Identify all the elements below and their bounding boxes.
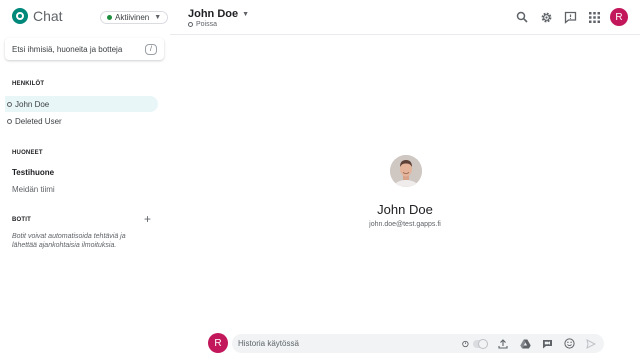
gear-icon[interactable]: [538, 9, 554, 25]
conversation-subtitle: Poissa: [196, 21, 218, 28]
away-status-icon: [188, 22, 193, 27]
rooms-heading: HUONEET: [12, 150, 43, 156]
bots-heading: BOTIT: [12, 217, 31, 223]
sidebar-item-john-doe[interactable]: John Doe: [5, 96, 158, 112]
header-actions: R: [506, 8, 628, 26]
search-box[interactable]: Etsi ihmisiä, huoneita ja botteja /: [5, 38, 164, 60]
header-divider: [170, 34, 640, 35]
status-label: Aktiivinen: [115, 13, 150, 22]
history-toggle[interactable]: [462, 337, 489, 351]
upload-icon[interactable]: [496, 337, 510, 351]
away-status-icon: [7, 101, 12, 107]
apps-grid-icon[interactable]: [586, 9, 602, 25]
sidebar-item-deleted-user[interactable]: Deleted User: [5, 113, 158, 129]
search-placeholder: Etsi ihmisiä, huoneita ja botteja: [12, 44, 123, 54]
chat-logo[interactable]: Chat: [12, 8, 63, 24]
feedback-icon[interactable]: [562, 9, 578, 25]
chat-logo-icon: [12, 8, 28, 24]
meet-icon[interactable]: [540, 337, 554, 351]
profile-avatar: [390, 155, 422, 187]
profile-name: John Doe: [377, 202, 433, 217]
toggle-switch[interactable]: [472, 338, 489, 349]
message-input[interactable]: Historia käytössä: [238, 339, 454, 348]
account-avatar[interactable]: R: [610, 8, 628, 26]
away-status-icon: [7, 118, 12, 124]
conversation-title: John Doe: [188, 8, 239, 20]
sidebar-item-meidan-tiimi[interactable]: Meidän tiimi: [12, 185, 55, 194]
conversation-header[interactable]: John Doe ▼ Poissa: [188, 8, 249, 28]
emoji-icon[interactable]: [562, 337, 576, 351]
sidebar-item-label: Deleted User: [15, 116, 62, 126]
online-status-icon: [107, 15, 112, 20]
profile-email: john.doe@test.gapps.fi: [369, 221, 441, 228]
add-bot-icon[interactable]: +: [144, 213, 151, 225]
timer-icon: [462, 340, 469, 347]
search-shortcut-key: /: [145, 43, 157, 55]
send-icon[interactable]: [584, 337, 598, 351]
app-name: Chat: [33, 8, 63, 24]
people-heading: HENKILÖT: [12, 81, 45, 87]
drive-icon[interactable]: [518, 337, 532, 351]
chevron-down-icon: ▼: [242, 10, 250, 18]
search-icon[interactable]: [514, 9, 530, 25]
sidebar-item-testihuone[interactable]: Testihuone: [12, 168, 54, 177]
sidebar-item-label: John Doe: [15, 99, 50, 109]
chevron-down-icon: ▼: [154, 14, 162, 21]
chat-app: Chat Aktiivinen ▼ John Doe ▼ Poissa R Et…: [0, 0, 640, 358]
status-dropdown[interactable]: Aktiivinen ▼: [100, 11, 169, 24]
bots-info-text: Botit voivat automatisoida tehtäviä ja l…: [12, 233, 126, 249]
composer-avatar: R: [208, 333, 228, 353]
message-composer[interactable]: Historia käytössä: [232, 334, 604, 353]
